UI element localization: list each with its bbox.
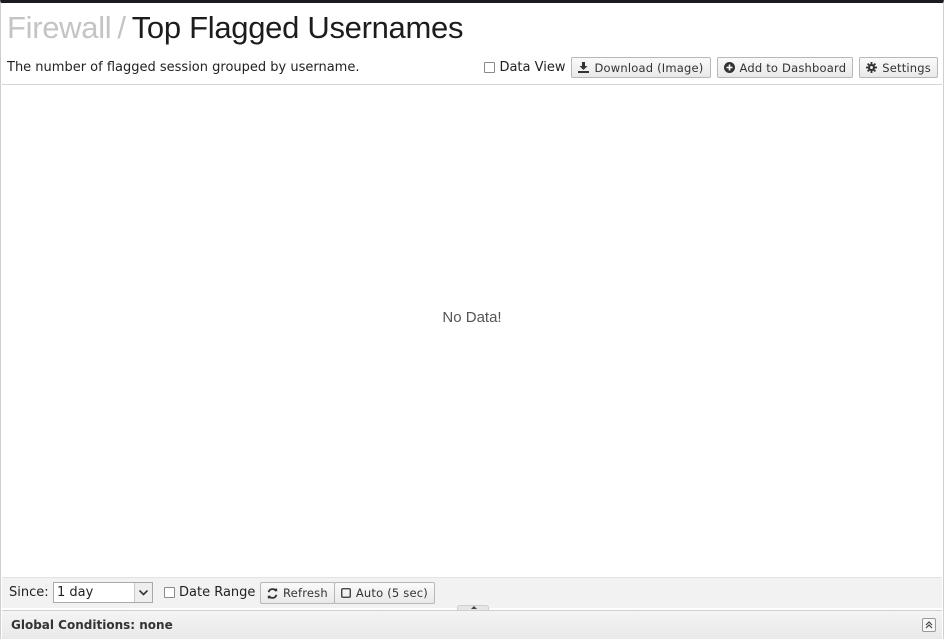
report-description: The number of flagged session grouped by… <box>7 60 360 75</box>
download-icon <box>578 62 590 73</box>
breadcrumb-parent[interactable]: Firewall <box>7 10 112 45</box>
time-controls-bar: Since: 1 day Date Range Refresh Auto (5 … <box>2 577 942 608</box>
auto-refresh-label: Auto (5 sec) <box>355 586 428 600</box>
date-range-toggle[interactable]: Date Range <box>164 585 255 600</box>
gear-icon <box>866 62 878 73</box>
since-select[interactable]: 1 day <box>53 582 153 603</box>
double-chevron-up-icon[interactable] <box>922 618 936 632</box>
download-image-button[interactable]: Download (Image) <box>571 57 711 78</box>
global-conditions-bar[interactable]: Global Conditions: none <box>2 610 942 639</box>
chevron-down-icon[interactable] <box>134 583 152 602</box>
plus-circle-icon <box>723 62 735 73</box>
download-label: Download (Image) <box>594 60 704 75</box>
auto-refresh-button[interactable]: Auto (5 sec) <box>333 582 435 604</box>
data-view-label: Data View <box>499 60 566 75</box>
data-view-toggle[interactable]: Data View <box>484 60 565 75</box>
global-conditions-label: Global Conditions: none <box>11 618 173 632</box>
breadcrumb-current: Top Flagged Usernames <box>131 10 464 45</box>
add-to-dashboard-label: Add to Dashboard <box>739 60 847 75</box>
breadcrumb-separator: / <box>117 10 126 45</box>
refresh-icon <box>267 587 278 599</box>
square-icon <box>340 588 351 598</box>
chart-area: No Data! <box>2 84 942 577</box>
refresh-button[interactable]: Refresh <box>260 582 335 604</box>
date-range-checkbox[interactable] <box>164 587 175 598</box>
add-to-dashboard-button[interactable]: Add to Dashboard <box>716 57 854 78</box>
page-title: Firewall / Top Flagged Usernames <box>7 9 463 47</box>
since-value: 1 day <box>57 585 94 600</box>
refresh-button-group: Refresh Auto (5 sec) <box>260 582 435 604</box>
settings-button[interactable]: Settings <box>859 57 938 78</box>
report-window: Firewall / Top Flagged Usernames The numbe… <box>0 0 944 639</box>
since-label: Since: <box>9 585 49 600</box>
subheader: The number of flagged session grouped by… <box>1 55 943 83</box>
refresh-label: Refresh <box>283 586 328 600</box>
data-view-checkbox[interactable] <box>484 62 496 73</box>
no-data-message: No Data! <box>442 309 502 326</box>
settings-label: Settings <box>882 60 931 75</box>
date-range-label: Date Range <box>179 585 256 600</box>
report-toolbar: Data View Download (Image) Add to Dashbo… <box>484 57 938 78</box>
